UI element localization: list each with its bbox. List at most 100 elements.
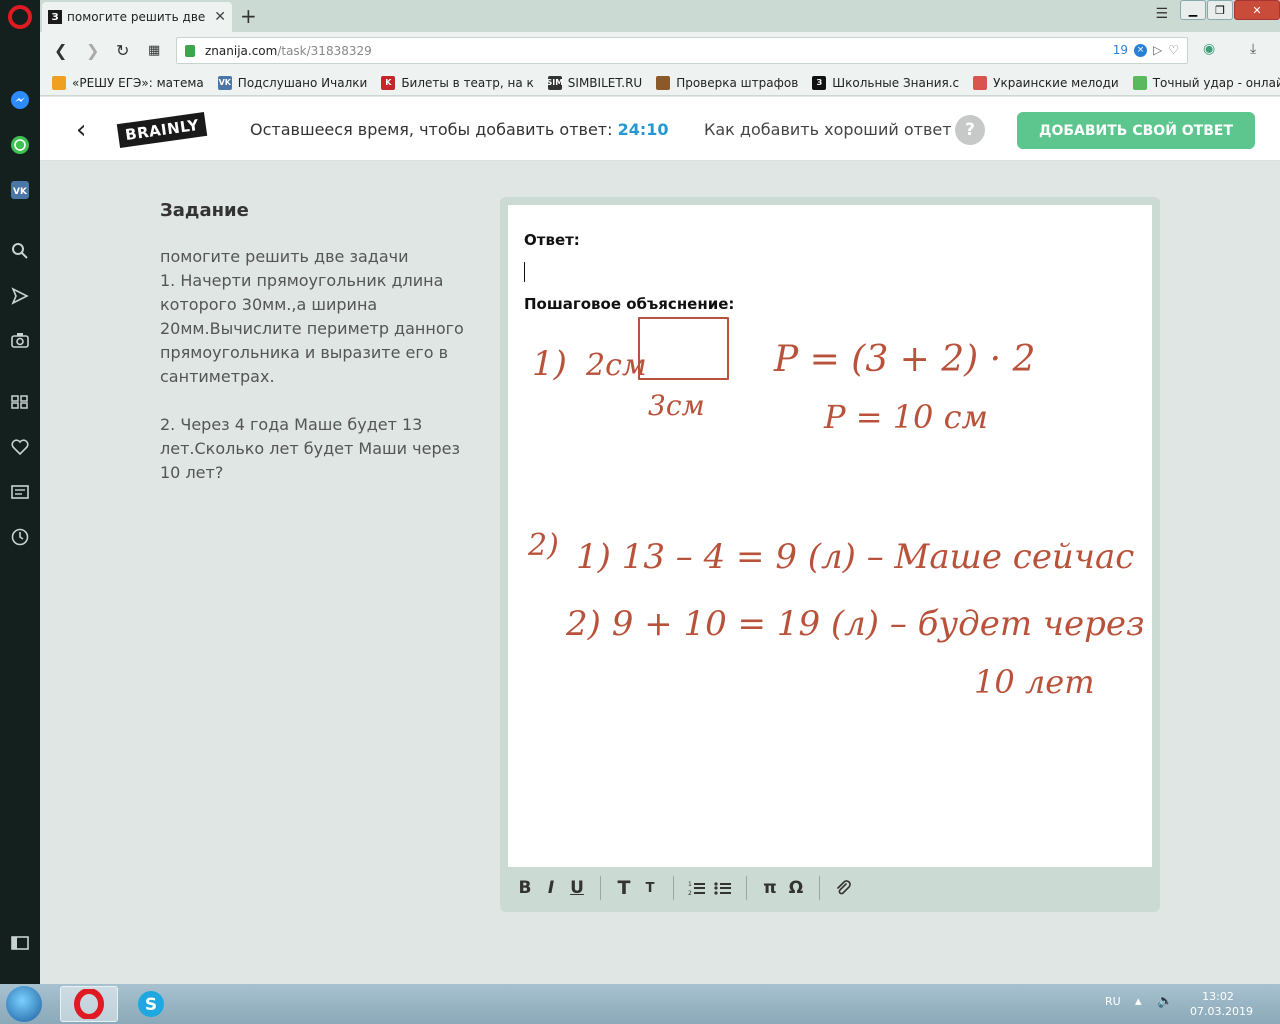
tray-arrow-icon[interactable]: ▴: [1135, 994, 1142, 1009]
toolbar-divider: [600, 876, 601, 900]
numbered-list-icon[interactable]: 12: [684, 875, 710, 901]
bookmark-item[interactable]: З Школьные Знания.c: [812, 75, 959, 90]
window-controls: ▁ ❐ ✕: [1179, 0, 1280, 20]
bookmark-label: Билеты в театр, на к: [401, 75, 534, 90]
sun-icon: [52, 75, 66, 90]
vpn-icon[interactable]: ◉: [1203, 41, 1215, 57]
clock-time: 13:02: [1202, 990, 1234, 1003]
url-actions: 19 × ▷ ♡: [1113, 43, 1179, 57]
badge-icon: [656, 75, 671, 90]
back-icon[interactable]: ❮: [54, 41, 67, 60]
clock-date: 07.03.2019: [1190, 1005, 1253, 1018]
forward-icon[interactable]: ❯: [86, 41, 99, 60]
italic-button[interactable]: I: [538, 875, 564, 901]
bookmark-item[interactable]: K Билеты в театр, на к: [381, 75, 534, 90]
bookmark-label: Точный удар - онлай: [1152, 75, 1280, 90]
pi-button[interactable]: π: [757, 875, 783, 901]
hw-problem2-step2: 2) 9 + 10 = 19 (л) – будет через: [565, 604, 1145, 644]
brainly-header: ‹ BRAINLY Оставшееся время, чтобы добави…: [40, 97, 1280, 161]
back-button[interactable]: ‹: [76, 115, 86, 145]
hw-problem2-step2-cont: 10 лет: [974, 663, 1095, 701]
help-icon[interactable]: ?: [955, 115, 985, 145]
window-close-button[interactable]: ✕: [1234, 0, 1280, 20]
tab-strip: З помогите решить две задачи ✕ + ☰ ▁ ❐ ✕: [40, 0, 1280, 32]
drawn-rectangle: [638, 317, 729, 380]
task-line: 2. Через 4 года Маше будет 13 лет.Скольк…: [160, 415, 460, 482]
music-icon: [973, 75, 988, 90]
downloads-icon[interactable]: ⤓: [1250, 41, 1256, 57]
skype-taskbar-button[interactable]: S: [122, 986, 180, 1022]
opera-logo-icon[interactable]: [8, 5, 32, 29]
lock-icon: [185, 44, 195, 57]
windows-taskbar: S RU ▴ 🔈 13:02 07.03.2019: [0, 984, 1280, 1024]
hw-problem2-step1: 1) 13 – 4 = 9 (л) – Маше сейчас: [576, 537, 1134, 577]
search-icon[interactable]: [8, 239, 32, 263]
add-answer-button[interactable]: ДОБАВИТЬ СВОЙ ОТВЕТ: [1017, 112, 1255, 149]
messenger-icon[interactable]: [8, 88, 32, 112]
bookmark-heart-icon[interactable]: ♡: [1168, 43, 1179, 57]
minimize-button[interactable]: ▁: [1180, 0, 1206, 20]
editor-content[interactable]: Ответ: Пошаговое объяснение: 1) 2см 3см …: [508, 205, 1152, 867]
new-tab-button[interactable]: +: [240, 4, 257, 28]
bookmark-item[interactable]: Проверка штрафов: [656, 75, 799, 90]
volume-icon[interactable]: 🔈: [1157, 994, 1173, 1009]
text-small-button[interactable]: T: [637, 875, 663, 901]
address-bar: ❮ ❯ ↻ ▦ znanija.com/task/31838329 19 × ▷…: [40, 32, 1280, 70]
underline-button[interactable]: U: [564, 875, 590, 901]
tabs-grid-icon[interactable]: ▦: [148, 43, 160, 58]
tab-menu-icon[interactable]: ☰: [1155, 6, 1168, 22]
language-indicator[interactable]: RU: [1105, 995, 1121, 1008]
znanija-icon: З: [812, 75, 827, 90]
adblock-count: 19: [1112, 43, 1128, 57]
vk-icon: VK: [217, 75, 232, 90]
brainly-logo[interactable]: BRAINLY: [116, 111, 208, 149]
camera-icon[interactable]: [8, 328, 32, 352]
howto-link[interactable]: Как добавить хороший ответ: [704, 120, 952, 139]
start-button[interactable]: [6, 986, 42, 1022]
history-icon[interactable]: [8, 525, 32, 549]
task-heading: Задание: [160, 200, 249, 221]
toolbar-divider: [673, 876, 674, 900]
sim-icon: SIM: [546, 75, 563, 90]
bookmark-label: Проверка штрафов: [676, 75, 799, 90]
close-tab-icon[interactable]: ✕: [214, 9, 226, 25]
whatsapp-icon[interactable]: [8, 133, 32, 157]
timer-label: Оставшееся время, чтобы добавить ответ:: [250, 120, 613, 139]
send-icon[interactable]: [8, 284, 32, 308]
editor-toolbar: B I U T T 12 π Ω: [508, 869, 1152, 907]
ticket-icon: K: [381, 75, 396, 90]
news-icon[interactable]: [8, 480, 32, 504]
bookmark-item[interactable]: VK Подслушано Ичалки: [217, 75, 367, 90]
vk-icon[interactable]: VK: [8, 178, 32, 202]
svg-text:2: 2: [688, 890, 692, 896]
text-large-button[interactable]: T: [611, 875, 637, 901]
opera-taskbar-button[interactable]: [60, 986, 118, 1022]
bookmark-label: «РЕШУ ЕГЭ»: матема: [72, 75, 204, 90]
hw-problem1-number: 1): [532, 344, 567, 384]
system-clock[interactable]: 13:02 07.03.2019: [1190, 989, 1253, 1019]
reload-icon[interactable]: ↻: [116, 41, 129, 60]
bookmark-item[interactable]: Точный удар - онлай: [1132, 75, 1280, 90]
heart-icon[interactable]: [8, 435, 32, 459]
hw-problem2-number: 2): [527, 528, 559, 563]
omega-button[interactable]: Ω: [783, 875, 809, 901]
bold-button[interactable]: B: [512, 875, 538, 901]
speed-dial-icon[interactable]: [8, 390, 32, 414]
bookmark-label: SIMBILET.RU: [567, 75, 643, 90]
handwritten-solution: 1) 2см 3см P = (3 + 2) · 2 P = 10 см 2) …: [527, 317, 1145, 701]
attachment-icon[interactable]: [830, 875, 856, 901]
share-icon[interactable]: ▷: [1153, 43, 1162, 57]
task-line: 1. Начерти прямоугольник длина которого …: [160, 271, 464, 386]
browser-tab[interactable]: З помогите решить две задачи ✕: [42, 2, 232, 32]
sidebar-toggle-icon[interactable]: [8, 931, 32, 955]
restore-button[interactable]: ❐: [1207, 0, 1233, 20]
svg-text:1: 1: [688, 881, 692, 888]
bookmark-item[interactable]: SIM SIMBILET.RU: [546, 75, 643, 90]
bookmark-item[interactable]: «РЕШУ ЕГЭ»: матема: [52, 75, 204, 90]
adblock-icon[interactable]: ×: [1134, 43, 1147, 57]
bookmark-item[interactable]: Украинские мелоди: [973, 75, 1119, 90]
toolbar-divider: [746, 876, 747, 900]
url-input[interactable]: znanija.com/task/31838329 19 × ▷ ♡: [176, 37, 1188, 64]
znanija-favicon-icon: З: [48, 10, 62, 24]
bullet-list-icon[interactable]: [710, 875, 736, 901]
